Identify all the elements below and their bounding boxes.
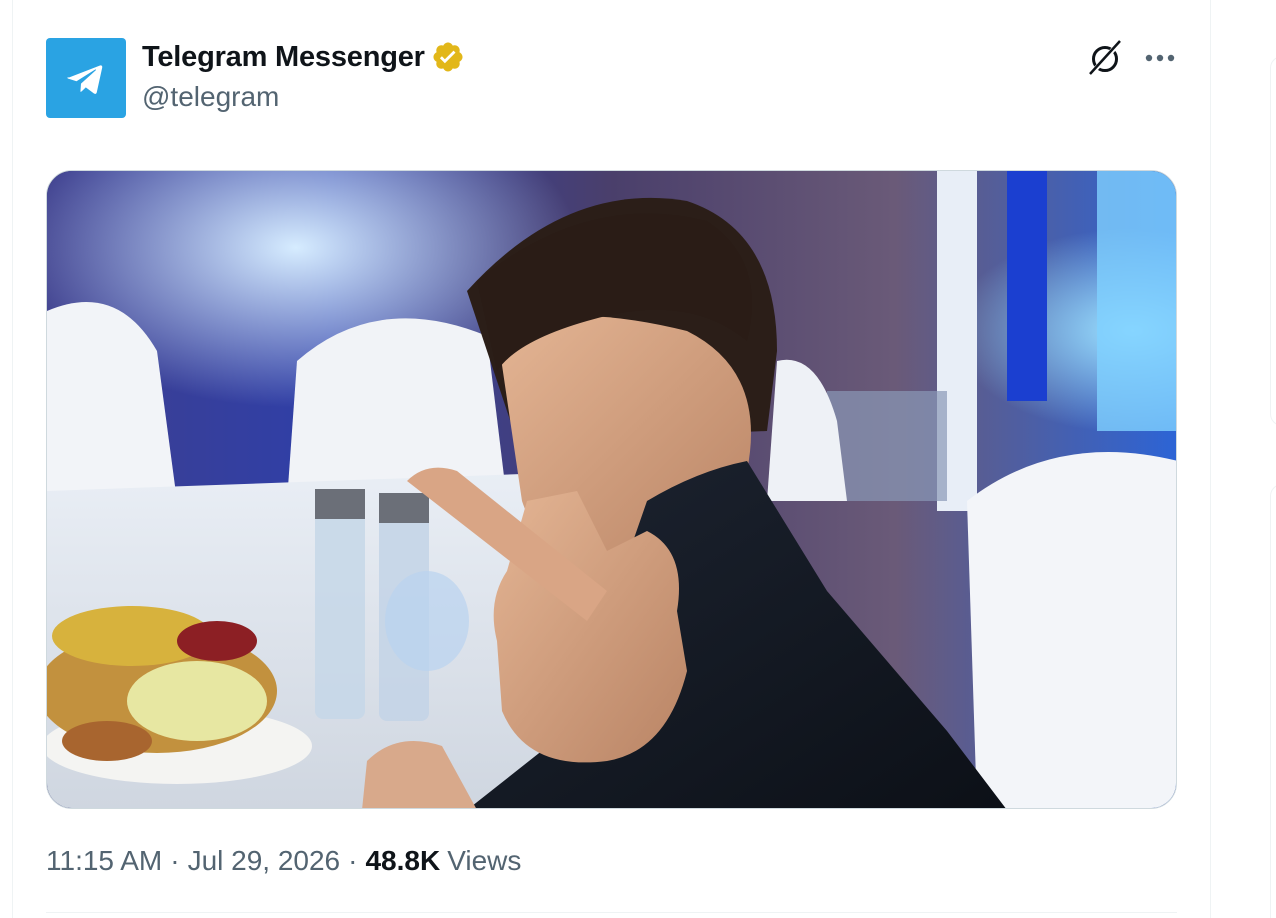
author-handle[interactable]: @telegram	[142, 81, 279, 113]
views-label: Views	[447, 845, 522, 876]
views-count[interactable]: 48.8K	[365, 845, 440, 877]
timeline-right-border	[1210, 0, 1211, 918]
post: Telegram Messenger @telegram 11:15 AM · …	[13, 0, 1210, 918]
grok-button[interactable]	[1083, 38, 1127, 78]
photo-image	[47, 171, 1176, 808]
author-name-row[interactable]: Telegram Messenger	[142, 40, 465, 74]
sidebar-card-edge	[1270, 484, 1276, 918]
post-photo[interactable]	[46, 170, 1177, 809]
post-time[interactable]: 11:15 AM	[46, 845, 162, 877]
more-options-icon	[1145, 54, 1175, 62]
avatar[interactable]	[46, 38, 126, 118]
meta-separator: ·	[170, 845, 180, 876]
sidebar-card-edge	[1270, 56, 1276, 426]
divider	[46, 912, 1177, 913]
meta-separator: ·	[348, 845, 358, 876]
post-metadata: 11:15 AM · Jul 29, 2026 · 48.8K Views	[46, 845, 521, 877]
telegram-paper-plane-icon	[67, 65, 103, 94]
verified-badge-icon[interactable]	[431, 40, 465, 74]
grok-icon	[1089, 40, 1122, 76]
more-options-button[interactable]	[1138, 38, 1182, 78]
author-display-name[interactable]: Telegram Messenger	[142, 41, 425, 74]
post-date[interactable]: Jul 29, 2026	[188, 845, 341, 877]
